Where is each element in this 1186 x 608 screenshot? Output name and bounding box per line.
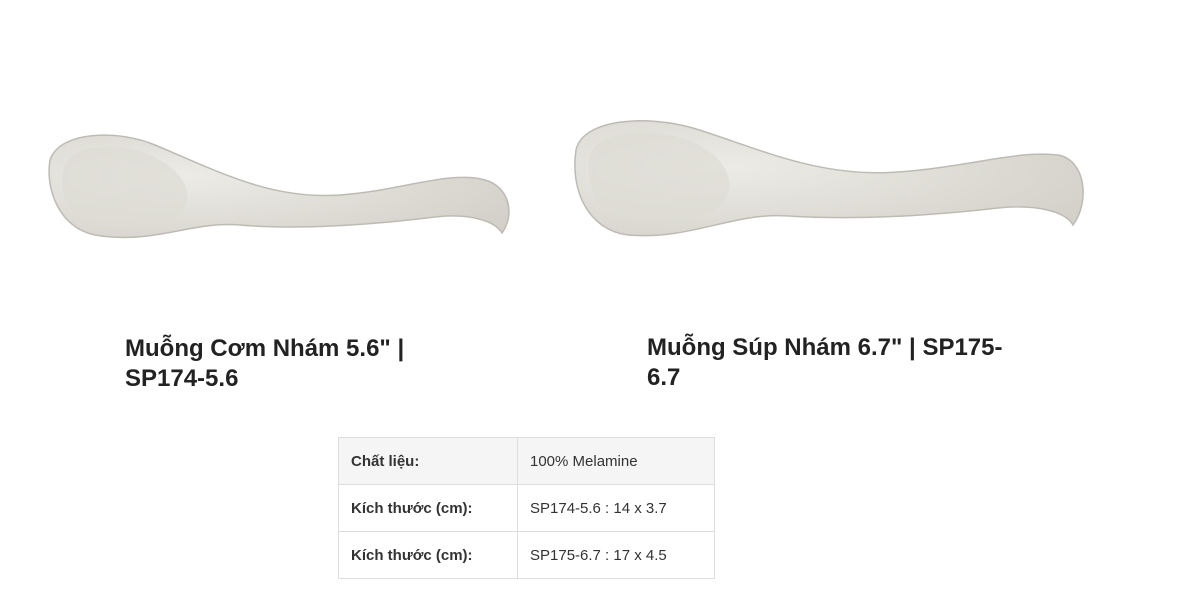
spec-value: SP175-6.7 : 17 x 4.5: [517, 531, 715, 579]
product-page: Muỗng Cơm Nhám 5.6" | SP174-5.6 Muỗng Sú…: [0, 0, 1186, 608]
spec-value: 100% Melamine: [517, 437, 715, 485]
spec-table: Chất liệu: 100% Melamine Kích thước (cm)…: [338, 437, 715, 579]
table-row: Chất liệu: 100% Melamine: [338, 437, 715, 485]
table-row: Kích thước (cm): SP175-6.7 : 17 x 4.5: [338, 531, 715, 579]
spec-label: Chất liệu:: [338, 437, 518, 485]
product-title-rice-spoon[interactable]: Muỗng Cơm Nhám 5.6" | SP174-5.6: [125, 334, 455, 394]
soup-spoon-image[interactable]: [568, 110, 1093, 250]
spec-value: SP174-5.6 : 14 x 3.7: [517, 484, 715, 532]
spec-label: Kích thước (cm):: [338, 484, 518, 532]
table-row: Kích thước (cm): SP174-5.6 : 14 x 3.7: [338, 484, 715, 532]
spec-label: Kích thước (cm):: [338, 531, 518, 579]
rice-spoon-image[interactable]: [40, 125, 520, 255]
product-title-soup-spoon[interactable]: Muỗng Súp Nhám 6.7" | SP175-6.7: [647, 333, 1027, 393]
